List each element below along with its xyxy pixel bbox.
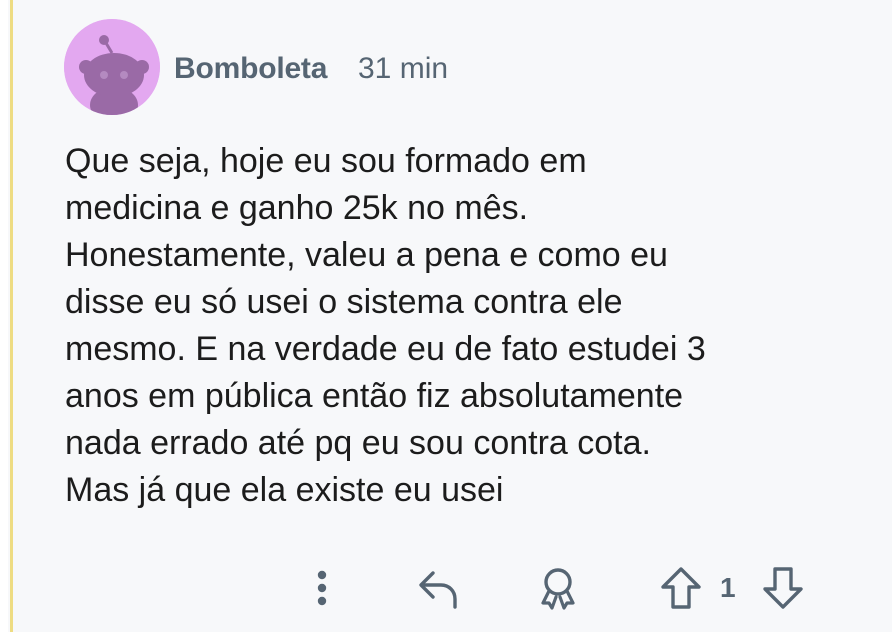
- vote-count: 1: [720, 572, 736, 603]
- reply-button[interactable]: [412, 556, 464, 620]
- comment-body-line: Mas já que ela existe eu usei: [65, 471, 504, 509]
- comment-card: Bomboleta 31 min Que seja, hoje eu sou f…: [16, 0, 892, 632]
- comment-body-line: mesmo. E na verdade eu de fato estudei 3: [65, 330, 706, 368]
- upvote-arrow-icon: [661, 567, 701, 609]
- downvote-button[interactable]: [758, 556, 808, 620]
- comment-author[interactable]: Bomboleta: [174, 52, 327, 86]
- award-icon: [541, 568, 575, 610]
- comment-body: Que seja, hoje eu sou formado em medicin…: [65, 138, 865, 514]
- upvote-button[interactable]: [656, 556, 706, 620]
- snoo-avatar-icon: [64, 19, 160, 115]
- more-options-button[interactable]: [304, 556, 340, 620]
- comment-body-line: Que seja, hoje eu sou formado em: [65, 142, 587, 180]
- more-vertical-icon: [317, 570, 327, 606]
- comment-body-line: nada errado até pq eu sou contra cota.: [65, 424, 651, 462]
- award-button[interactable]: [532, 556, 584, 620]
- comment-body-line: medicina e ganho 25k no mês.: [65, 189, 529, 227]
- avatar[interactable]: [64, 19, 160, 115]
- comment-body-line: anos em pública então fiz absolutamente: [65, 377, 684, 415]
- reply-arrow-icon: [419, 571, 457, 609]
- comment-body-line: disse eu só usei o sistema contra ele: [65, 283, 623, 321]
- thread-indent-line[interactable]: [0, 0, 13, 632]
- comment-action-bar: 1: [16, 556, 892, 620]
- downvote-arrow-icon: [763, 567, 803, 609]
- comment-timestamp: 31 min: [358, 52, 449, 85]
- comment-body-line: Honestamente, valeu a pena e como eu: [65, 236, 668, 274]
